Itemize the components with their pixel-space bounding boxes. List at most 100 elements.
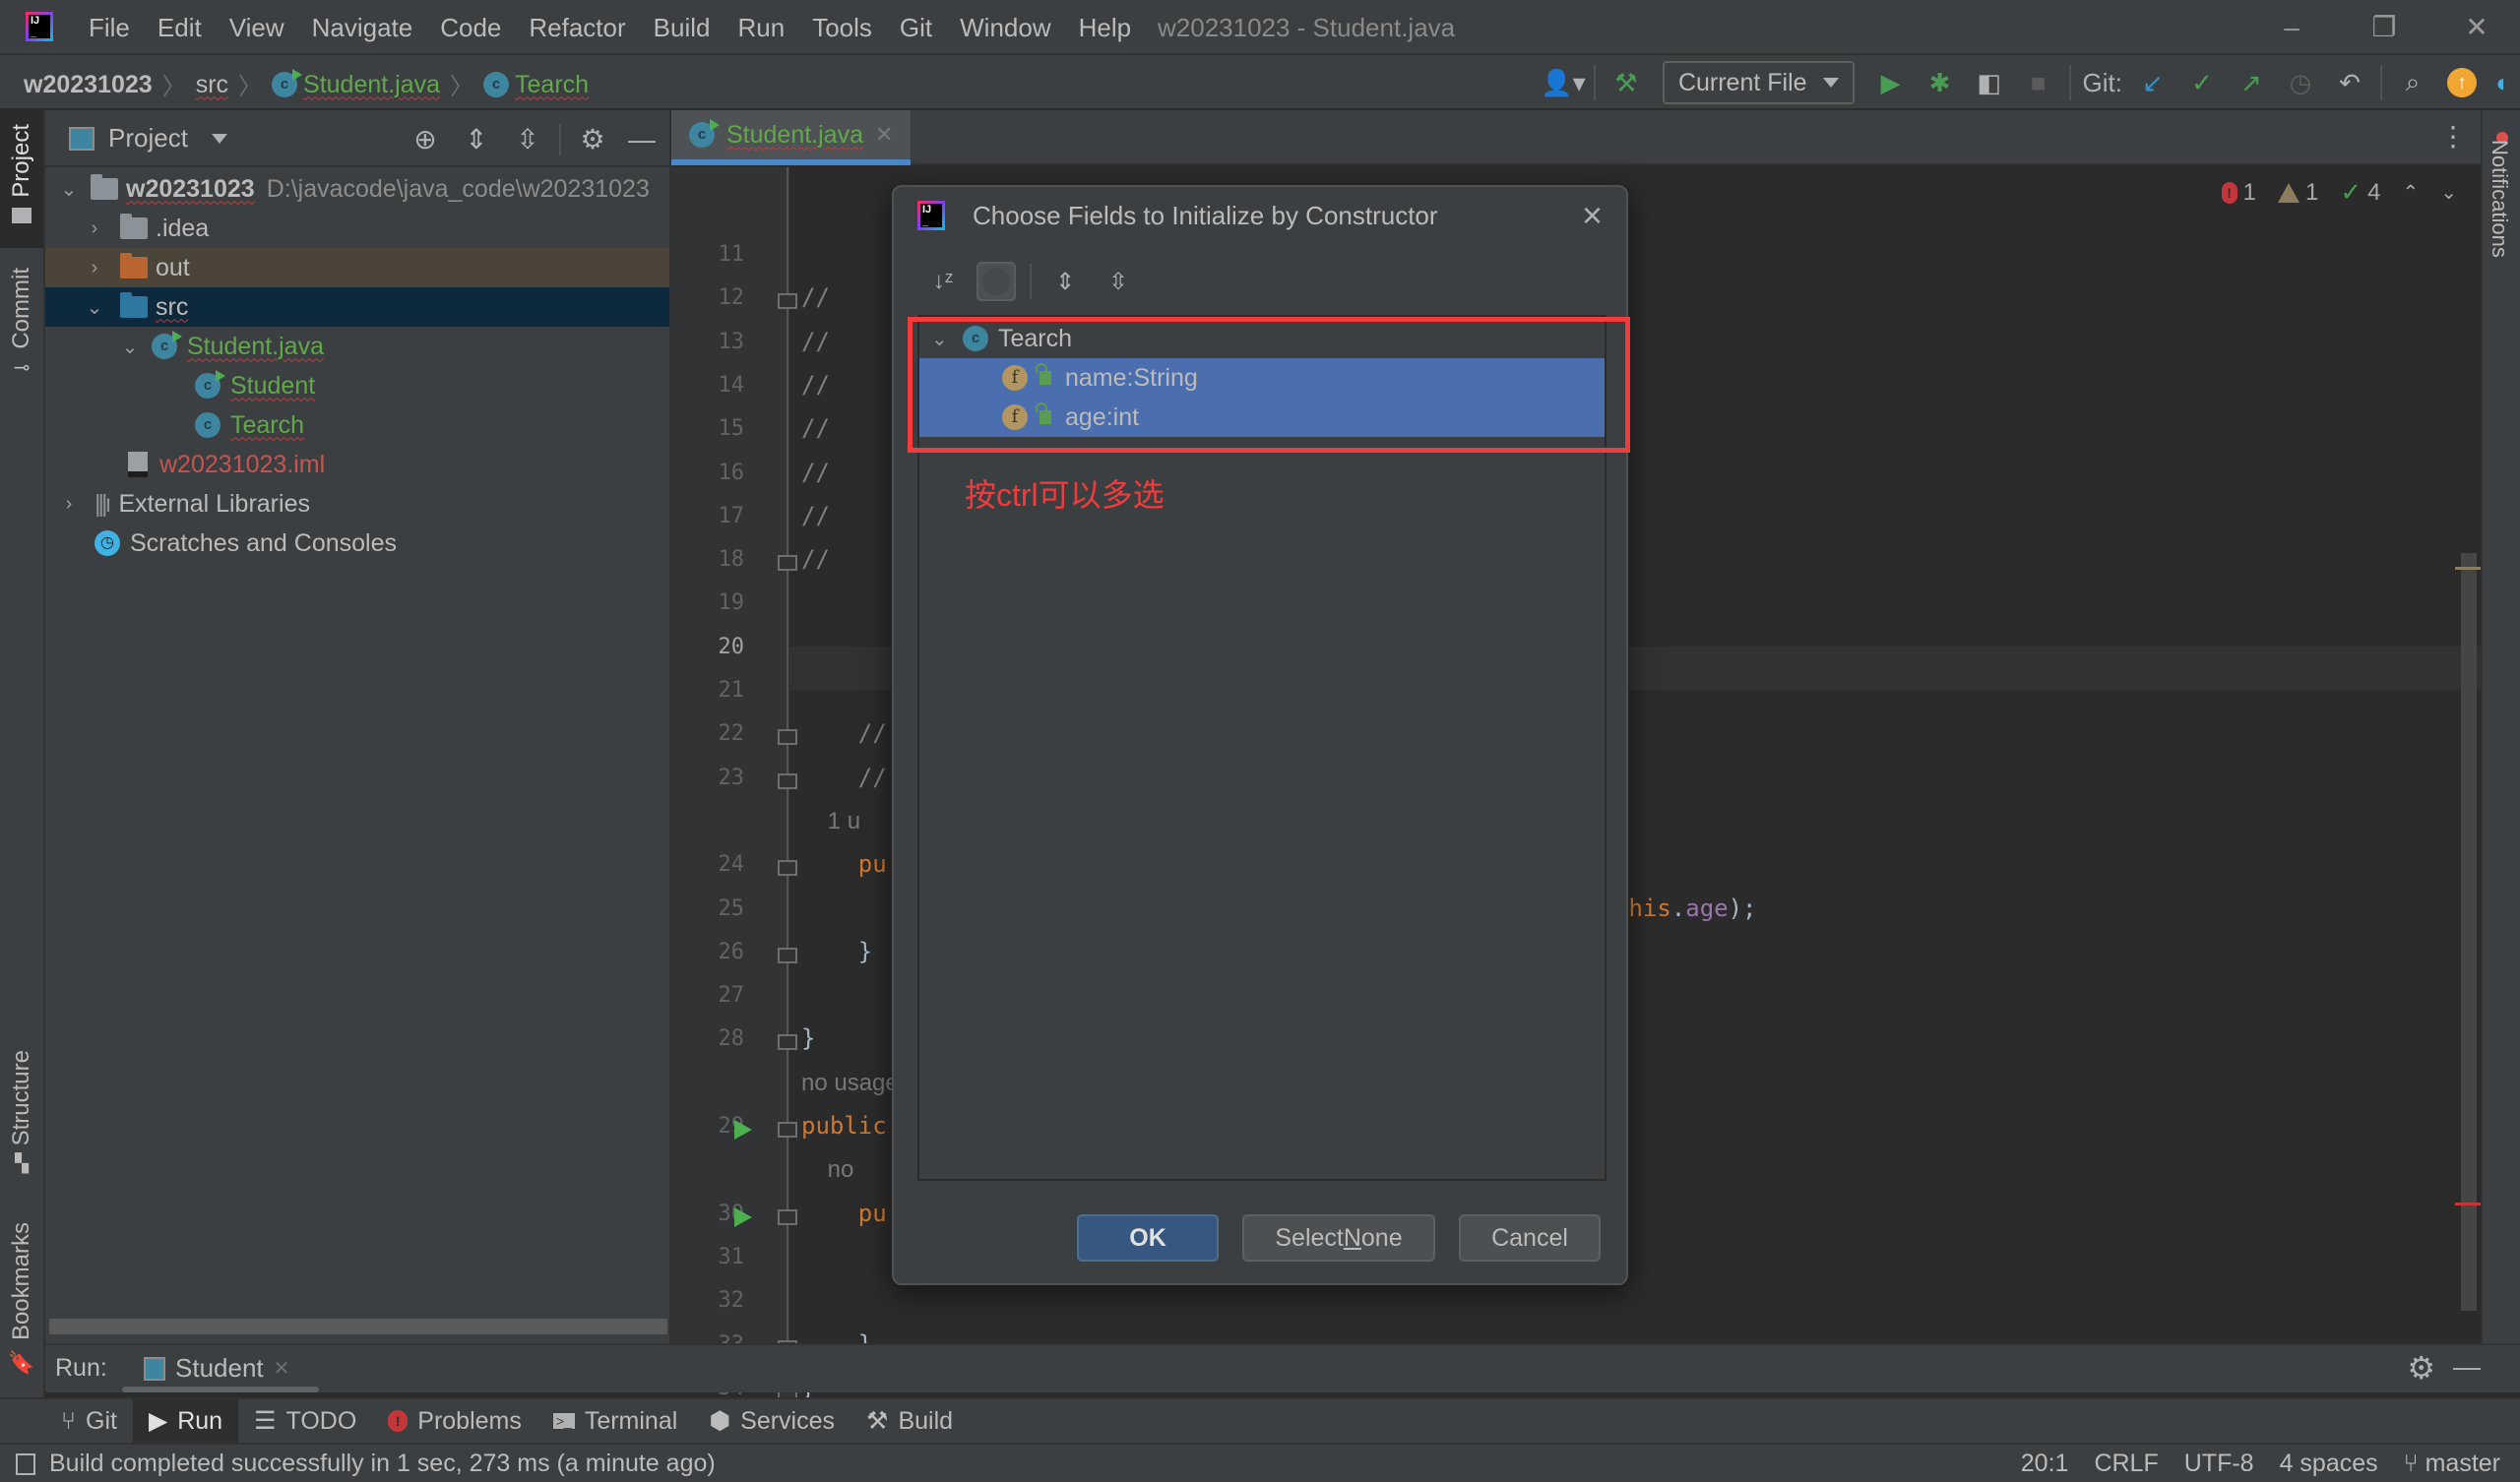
tree-item-out[interactable]: › out [45,248,669,287]
fold-collapse-icon[interactable] [778,293,797,310]
sort-alphabetically-icon[interactable]: ↓ᶻ [923,262,963,301]
tree-item-tearch-class[interactable]: c Tearch [45,405,669,445]
menu-code[interactable]: Code [426,12,515,43]
menu-window[interactable]: Window [946,12,1064,43]
run-configuration-select[interactable]: Current File [1662,61,1855,104]
locate-file-icon[interactable]: ⊕ [406,120,445,159]
gear-icon[interactable]: ⚙ [573,120,612,159]
caret-position[interactable]: 20:1 [2021,1450,2069,1478]
fold-end-icon[interactable] [778,555,797,572]
status-message[interactable]: Build completed successfully in 1 sec, 2… [16,1450,716,1478]
close-tab-icon[interactable]: ✕ [274,1356,290,1381]
run-with-coverage-icon[interactable]: ◧ [1965,61,2014,104]
project-view-selector[interactable]: Project [69,123,227,154]
previous-highlight-icon[interactable]: ⌃ [2402,180,2419,205]
cancel-button[interactable]: Cancel [1459,1214,1601,1262]
code-with-me-icon[interactable]: ◐ [2487,61,2520,104]
stop-icon[interactable]: ■ [2014,61,2063,104]
tree-item-idea[interactable]: › .idea [45,209,669,248]
tool-tab-terminal[interactable]: >_ Terminal [537,1399,693,1443]
tool-tab-services[interactable]: ⬢ Services [693,1399,850,1443]
hide-panel-icon[interactable]: — [622,120,662,159]
breadcrumb-src[interactable]: src [196,69,228,100]
stripe-tab-commit[interactable]: Commit ⊸ [0,268,43,380]
tree-item-module[interactable]: ⌄ w20231023 D:\javacode\java_code\w20231… [45,169,669,209]
intellij-logo-icon[interactable]: IJ _ [26,12,53,41]
hide-panel-icon[interactable]: — [2453,1351,2481,1383]
fold-collapse-icon[interactable] [778,1208,797,1225]
restore-button[interactable]: ❐ [2355,8,2414,47]
menu-file[interactable]: File [89,12,144,43]
run-icon[interactable]: ▶ [1866,61,1916,104]
breadcrumb-project[interactable]: w20231023 [24,69,153,100]
error-marker[interactable] [2455,1203,2481,1205]
inspection-widget[interactable]: ! 1 1 ✓ 4 ⌃ ⌄ [2221,177,2457,208]
fold-end-icon[interactable] [778,947,797,963]
error-count[interactable]: ! 1 [2221,179,2256,207]
ok-button[interactable]: OK [1077,1214,1219,1262]
run-tab-student[interactable]: Student ✕ [144,1353,289,1384]
tool-tab-run[interactable]: ▶ Run [132,1399,239,1443]
search-icon[interactable]: ⌕ [2388,61,2437,104]
indent-setting[interactable]: 4 spaces [2280,1450,2378,1478]
ide-update-icon[interactable]: ↑ [2437,61,2487,104]
fold-collapse-icon[interactable] [778,860,797,877]
menu-tools[interactable]: Tools [798,12,886,43]
git-branch[interactable]: ⑂ master [2404,1450,2500,1478]
fold-end-icon[interactable] [778,772,797,789]
rollback-icon[interactable]: ↶ [2325,61,2374,104]
debug-bug-icon[interactable]: ✱ [1916,61,1965,104]
collapse-all-icon[interactable]: ⇳ [508,120,547,159]
close-dialog-button[interactable]: × [1582,195,1603,236]
typo-count[interactable]: ✓ 4 [2340,177,2380,208]
line-separator[interactable]: CRLF [2094,1450,2158,1478]
gear-icon[interactable]: ⚙ [2407,1349,2435,1387]
select-none-button[interactable]: Select None [1242,1214,1435,1262]
minimize-button[interactable]: – [2262,8,2321,47]
git-commit-icon[interactable]: ✓ [2177,61,2227,104]
git-push-icon[interactable]: ↗ [2227,61,2276,104]
menu-refactor[interactable]: Refactor [515,12,639,43]
build-hammer-icon[interactable]: ⚒ [1602,61,1651,104]
menu-edit[interactable]: Edit [144,12,216,43]
fold-collapse-icon[interactable] [778,729,797,746]
tree-item-scratches[interactable]: ◷ Scratches and Consoles [45,524,669,563]
tree-item-student-java[interactable]: ⌄ c Student.java [45,327,669,366]
tool-tab-problems[interactable]: ! Problems [372,1399,537,1443]
git-update-icon[interactable]: ↙ [2128,61,2177,104]
stripe-tab-bookmarks[interactable]: Bookmarks 🔖 [0,1222,43,1376]
expand-all-icon[interactable]: ⇕ [457,120,496,159]
collapse-all-icon[interactable]: ⇳ [1099,262,1138,301]
tree-item-student-class[interactable]: c Student [45,366,669,405]
run-gutter-icon[interactable] [734,1120,752,1140]
menu-git[interactable]: Git [886,12,946,43]
breadcrumb-file[interactable]: c Student.java [272,68,440,100]
menu-view[interactable]: View [216,12,298,43]
stripe-tab-project[interactable]: Project [0,110,43,248]
menu-help[interactable]: Help [1065,12,1145,43]
menu-navigate[interactable]: Navigate [298,12,427,43]
tree-item-external-libraries[interactable]: › |||ı External Libraries [45,484,669,524]
run-gutter-icon[interactable] [734,1206,752,1227]
toggle-tool-windows-icon[interactable] [16,1452,35,1475]
breadcrumb-class[interactable]: c Tearch [483,69,589,100]
file-encoding[interactable]: UTF-8 [2184,1450,2254,1478]
next-highlight-icon[interactable]: ⌄ [2440,180,2457,205]
user-account-icon[interactable]: 👤▾ [1539,61,1588,104]
show-classes-toggle-icon[interactable] [976,262,1016,301]
tool-tab-git[interactable]: ⑂ Git [45,1399,133,1443]
close-window-button[interactable]: ✕ [2447,8,2506,47]
horizontal-scrollbar[interactable] [49,1319,667,1334]
tree-item-src[interactable]: ⌄ src [45,287,669,327]
fold-end-icon[interactable] [778,1034,797,1051]
menu-run[interactable]: Run [724,12,798,43]
tool-tab-todo[interactable]: ☰ TODO [238,1399,372,1443]
git-history-icon[interactable]: ◷ [2276,61,2325,104]
expand-all-icon[interactable]: ⇕ [1045,262,1085,301]
editor-scrollbar[interactable] [2455,553,2481,1311]
tool-tab-build[interactable]: ⚒ Build [850,1399,969,1443]
stripe-tab-notifications[interactable]: Notifications [2487,140,2512,258]
tree-item-iml[interactable]: w20231023.iml [45,445,669,484]
warning-marker[interactable] [2455,567,2481,570]
menu-build[interactable]: Build [640,12,724,43]
